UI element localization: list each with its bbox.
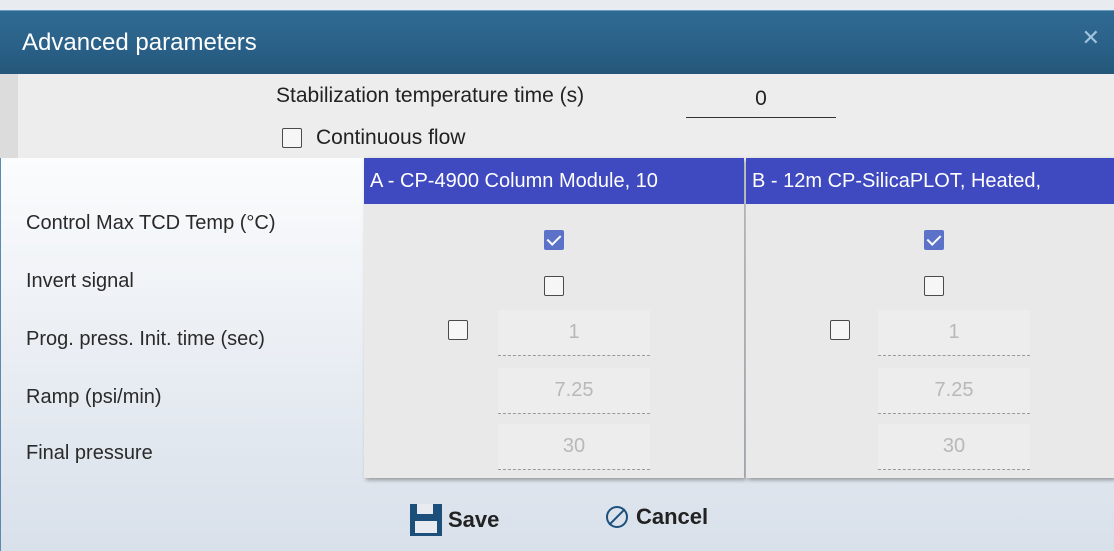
advanced-parameters-dialog: Advanced parameters ✕ Stabilization temp…	[0, 0, 1114, 551]
init-time-input-b[interactable]	[878, 310, 1030, 356]
control-max-tcd-label: Control Max TCD Temp (°C)	[26, 212, 276, 234]
column-panel-b: B - 12m CP-SilicaPLOT, Heated,	[746, 158, 1114, 478]
final-pressure-input-b[interactable]	[878, 424, 1030, 470]
continuous-flow-label: Continuous flow	[316, 126, 466, 149]
cancel-label: Cancel	[636, 504, 709, 529]
ramp-input-b[interactable]	[878, 368, 1030, 414]
close-icon[interactable]: ✕	[1082, 25, 1100, 51]
column-header-b: B - 12m CP-SilicaPLOT, Heated,	[746, 158, 1114, 204]
invert-signal-checkbox-a[interactable]	[544, 276, 564, 296]
stabilization-time-label: Stabilization temperature time (s)	[276, 84, 585, 107]
cancel-button[interactable]: Cancel	[606, 504, 708, 530]
control-max-tcd-checkbox-b[interactable]	[924, 230, 944, 250]
save-button[interactable]: Save	[410, 504, 499, 536]
stabilization-time-input[interactable]	[686, 80, 836, 118]
prog-press-init-label: Prog. press. Init. time (sec)	[26, 328, 265, 350]
final-pressure-input-a[interactable]	[498, 424, 650, 470]
floppy-disk-icon	[410, 504, 442, 536]
continuous-flow-option[interactable]: Continuous flow	[282, 126, 465, 150]
control-max-tcd-checkbox-a[interactable]	[544, 230, 564, 250]
prog-press-checkbox-b[interactable]	[830, 320, 850, 340]
column-header-a: A - CP-4900 Column Module, 10	[364, 158, 744, 204]
final-pressure-label: Final pressure	[26, 442, 153, 464]
invert-signal-checkbox-b[interactable]	[924, 276, 944, 296]
ramp-label: Ramp (psi/min)	[26, 386, 162, 408]
init-time-input-a[interactable]	[498, 310, 650, 356]
save-label: Save	[448, 507, 500, 532]
title-bar: Advanced parameters ✕	[0, 10, 1114, 74]
dialog-title: Advanced parameters	[22, 29, 257, 56]
prog-press-checkbox-a[interactable]	[448, 320, 468, 340]
cancel-circle-icon	[606, 506, 628, 528]
continuous-flow-checkbox[interactable]	[282, 128, 302, 148]
invert-signal-label: Invert signal	[26, 270, 134, 292]
column-panel-a: A - CP-4900 Column Module, 10	[364, 158, 744, 478]
ramp-input-a[interactable]	[498, 368, 650, 414]
